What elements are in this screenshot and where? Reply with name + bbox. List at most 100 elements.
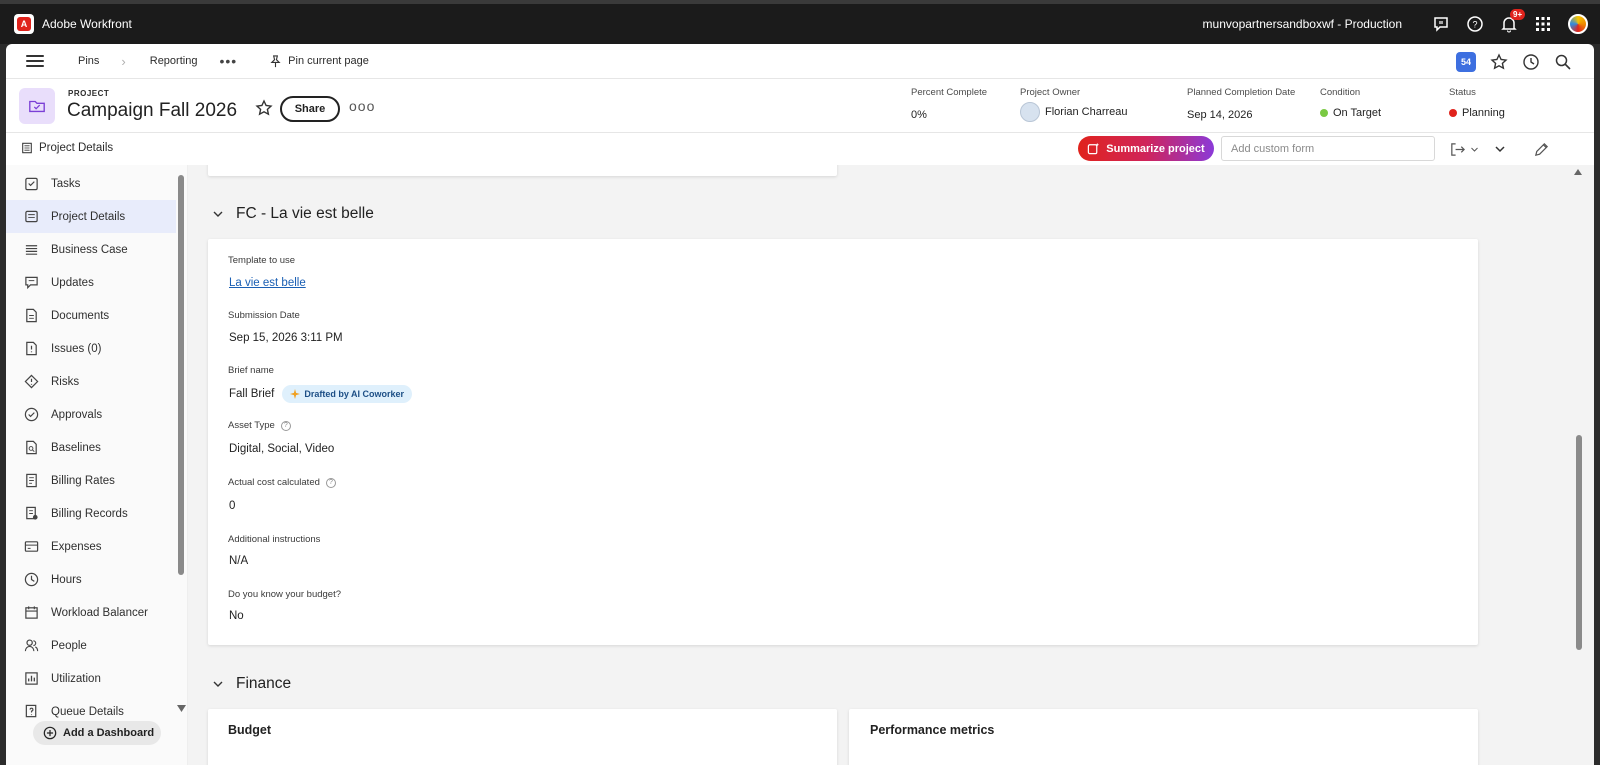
issues-icon (23, 341, 39, 357)
favorites-star-icon[interactable] (1490, 52, 1508, 71)
finance-section-header[interactable]: Finance (212, 675, 291, 693)
user-avatar[interactable] (1568, 14, 1588, 34)
form-section-header[interactable]: FC - La vie est belle (212, 205, 374, 223)
sidebar-item-approvals[interactable]: Approvals (6, 398, 176, 431)
project-more-button[interactable]: ooo (349, 98, 375, 114)
sidebar-item-label: Business Case (51, 243, 128, 256)
content-scrollbar[interactable] (1576, 435, 1582, 650)
sidebar-item-label: Workload Balancer (51, 606, 148, 619)
notification-badge: 9+ (1510, 9, 1526, 20)
sidebar-item-billing-rates[interactable]: Billing Rates (6, 464, 176, 497)
add-circle-icon (43, 726, 57, 740)
performance-metrics-title: Performance metrics (870, 723, 995, 737)
project-header: PROJECT Campaign Fall 2026 Share ooo Per… (6, 79, 1594, 133)
chevron-down-icon (213, 681, 223, 687)
sidebar-item-workload-balancer[interactable]: Workload Balancer (6, 596, 176, 629)
summarize-project-button[interactable]: Summarize project (1078, 136, 1214, 161)
export-icon[interactable] (1446, 138, 1468, 160)
sidebar-item-baselines[interactable]: Baselines (6, 431, 176, 464)
sidebar-item-project-details[interactable]: Project Details (6, 200, 176, 233)
add-custom-form-input[interactable] (1221, 136, 1435, 161)
project-owner-label: Project Owner (1020, 87, 1081, 98)
sidebar-item-billing-records[interactable]: Billing Records (6, 497, 176, 530)
help-icon[interactable]: ? (1458, 4, 1492, 44)
condition: Condition On Target (1320, 87, 1381, 119)
form-section-title: FC - La vie est belle (236, 205, 374, 222)
add-dashboard-button[interactable]: Add a Dashboard (33, 721, 161, 745)
documents-icon (23, 308, 39, 324)
expenses-icon (23, 539, 39, 555)
scroll-up-arrow-icon[interactable] (1574, 169, 1582, 175)
sidebar-item-issues[interactable]: Issues (0) (6, 332, 176, 365)
feedback-icon[interactable] (1424, 4, 1458, 44)
favorite-star-icon[interactable] (255, 99, 273, 117)
queue-icon (23, 704, 39, 720)
project-details-title: Project Details (39, 142, 114, 154)
org-name[interactable]: munvopartnersandboxwf - Production (1203, 17, 1402, 31)
expand-chevron-icon[interactable] (1489, 138, 1511, 160)
sidebar-item-hours[interactable]: Hours (6, 563, 176, 596)
project-title[interactable]: Campaign Fall 2026 (67, 100, 237, 122)
menu-icon[interactable] (26, 55, 44, 67)
ai-drafted-label: Drafted by AI Coworker (304, 389, 405, 399)
business-case-icon (23, 242, 39, 258)
edit-pencil-icon[interactable] (1530, 138, 1552, 160)
help-icon[interactable]: ? (280, 420, 291, 431)
condition-value[interactable]: On Target (1333, 107, 1381, 119)
count-badge[interactable]: 54 (1456, 51, 1476, 72)
sparkle-icon (290, 389, 301, 399)
adobe-workfront-logo[interactable]: A (14, 14, 34, 34)
condition-dot (1320, 109, 1328, 117)
project-owner-value[interactable]: Florian Charreau (1045, 106, 1128, 118)
actual-cost-value: 0 (229, 500, 236, 512)
app-bar: A Adobe Workfront munvopartnersandboxwf … (0, 0, 1600, 44)
nav-more-button[interactable]: ••• (219, 53, 237, 69)
bell-icon[interactable]: 9+ (1492, 4, 1526, 44)
sidebar-item-risks[interactable]: Risks (6, 365, 176, 398)
budget-title: Budget (228, 723, 272, 737)
percent-complete-value: 0% (911, 109, 927, 121)
recents-clock-icon[interactable] (1522, 53, 1540, 71)
nav-pins[interactable]: Pins (78, 55, 99, 67)
sidebar-item-label: Updates (51, 276, 94, 289)
search-icon[interactable] (1554, 53, 1572, 71)
sidebar-item-updates[interactable]: Updates (6, 266, 176, 299)
sidebar-item-documents[interactable]: Documents (6, 299, 176, 332)
project-details-toggle[interactable]: Project Details (21, 142, 113, 154)
utilization-icon (23, 671, 39, 687)
approvals-icon (23, 407, 39, 423)
details-toolbar: Project Details Summarize project (6, 133, 1594, 165)
pin-current-page-button[interactable]: Pin current page (269, 54, 369, 68)
sidebar-item-label: Tasks (51, 177, 81, 190)
submission-date-label: Submission Date (228, 310, 300, 321)
sidebar-item-business-case[interactable]: Business Case (6, 233, 176, 266)
chevron-down-icon[interactable] (1467, 138, 1481, 160)
brief-name-value: Fall Brief (229, 388, 275, 400)
asset-type-label-row: Asset Type ? (228, 420, 291, 431)
planned-completion-value[interactable]: Sep 14, 2026 (1187, 109, 1295, 121)
panel-collapse-icon (22, 142, 32, 154)
template-link[interactable]: La vie est belle (229, 277, 306, 289)
scroll-down-arrow-icon[interactable] (177, 705, 186, 712)
share-button[interactable]: Share (280, 96, 340, 122)
asset-type-value: Digital, Social, Video (229, 443, 335, 455)
sidebar-item-utilization[interactable]: Utilization (6, 662, 176, 695)
app-grid-icon[interactable] (1526, 4, 1560, 44)
chevron-down-icon (213, 211, 223, 217)
sidebar: Tasks Project Details Business Case Upda… (6, 165, 188, 765)
updates-icon (23, 275, 39, 291)
sidebar-item-expenses[interactable]: Expenses (6, 530, 176, 563)
planned-completion: Planned Completion Date Sep 14, 2026 (1187, 87, 1295, 121)
sidebar-item-tasks[interactable]: Tasks (6, 167, 176, 200)
additional-instructions-label: Additional instructions (228, 534, 321, 545)
sidebar-item-people[interactable]: People (6, 629, 176, 662)
ai-drafted-badge[interactable]: Drafted by AI Coworker (282, 385, 413, 403)
performance-metrics-card: Performance metrics (849, 709, 1478, 765)
nav-reporting[interactable]: Reporting (150, 55, 198, 67)
project-type-label: PROJECT (68, 89, 110, 98)
sidebar-scrollbar[interactable] (178, 175, 184, 575)
billing-rates-icon (23, 473, 39, 489)
status-value[interactable]: Planning (1462, 107, 1505, 119)
owner-avatar[interactable] (1020, 102, 1040, 122)
help-icon[interactable]: ? (325, 477, 336, 488)
